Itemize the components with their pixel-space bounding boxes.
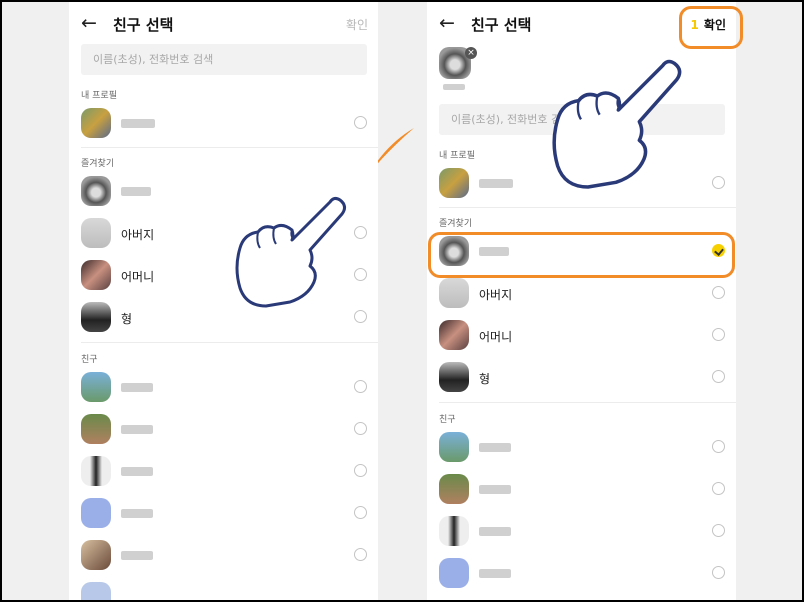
blurred-name: [121, 383, 153, 392]
selected-row-highlight: [428, 232, 735, 278]
select-radio[interactable]: [354, 226, 367, 239]
select-radio[interactable]: [712, 566, 725, 579]
search-input[interactable]: 이름(초성), 전화번호 검색: [81, 44, 367, 75]
select-radio[interactable]: [354, 116, 367, 129]
header: ← 친구 선택 확인: [69, 2, 378, 46]
avatar: [439, 320, 469, 350]
friend-name: 어머니: [121, 270, 155, 284]
friend-name: 형: [479, 372, 491, 386]
select-radio[interactable]: [354, 380, 367, 393]
blurred-name: [479, 179, 513, 188]
avatar: [81, 176, 111, 206]
avatar: [81, 540, 111, 570]
section-my-profile: 내 프로필: [439, 151, 475, 161]
list-item[interactable]: [69, 536, 378, 576]
avatar: [81, 260, 111, 290]
blurred-name: [121, 509, 153, 518]
select-radio[interactable]: [712, 482, 725, 495]
select-radio[interactable]: [712, 176, 725, 189]
avatar: [439, 474, 469, 504]
select-radio[interactable]: [712, 328, 725, 341]
blurred-name: [121, 187, 151, 196]
friend-name: 아버지: [121, 228, 155, 242]
blurred-name: [121, 119, 155, 128]
avatar: [81, 498, 111, 528]
select-radio[interactable]: [712, 370, 725, 383]
back-arrow-icon[interactable]: ←: [439, 13, 455, 33]
list-item[interactable]: 형: [427, 358, 736, 398]
select-radio[interactable]: [712, 440, 725, 453]
list-item[interactable]: [69, 578, 378, 600]
list-item[interactable]: 아버지: [427, 274, 736, 314]
blurred-name: [479, 569, 511, 578]
blurred-name: [121, 425, 153, 434]
remove-selection-icon[interactable]: ×: [465, 47, 477, 59]
divider: [439, 207, 736, 208]
divider: [81, 147, 378, 148]
select-radio[interactable]: [354, 268, 367, 281]
avatar: [439, 558, 469, 588]
blurred-name: [443, 84, 465, 90]
list-item[interactable]: [69, 452, 378, 492]
section-friends: 친구: [439, 415, 456, 425]
avatar: [439, 432, 469, 462]
section-favorites: 즐겨찾기: [439, 219, 473, 229]
section-favorites: 즐겨찾기: [81, 159, 115, 169]
friend-name: 아버지: [479, 288, 513, 302]
avatar: [81, 302, 111, 332]
list-item[interactable]: [427, 428, 736, 468]
select-radio[interactable]: [354, 464, 367, 477]
divider: [439, 402, 736, 403]
list-item[interactable]: [427, 512, 736, 552]
list-item[interactable]: [69, 494, 378, 534]
back-arrow-icon[interactable]: ←: [81, 13, 97, 33]
blurred-name: [121, 551, 153, 560]
pointing-hand-icon: [552, 59, 682, 189]
page-title: 친구 선택: [113, 16, 174, 34]
avatar: [81, 414, 111, 444]
list-item[interactable]: [427, 554, 736, 594]
blurred-name: [121, 467, 153, 476]
section-friends: 친구: [81, 355, 98, 365]
select-radio[interactable]: [354, 310, 367, 323]
avatar: [439, 278, 469, 308]
select-radio[interactable]: [354, 422, 367, 435]
list-item[interactable]: [69, 410, 378, 450]
avatar: [81, 218, 111, 248]
confirm-button[interactable]: 확인: [346, 16, 368, 33]
avatar: [81, 582, 111, 600]
avatar: [439, 362, 469, 392]
select-radio[interactable]: [354, 506, 367, 519]
select-radio[interactable]: [712, 286, 725, 299]
list-item[interactable]: [69, 368, 378, 408]
friend-name: 어머니: [479, 330, 513, 344]
divider: [81, 342, 378, 343]
list-item[interactable]: [69, 104, 378, 144]
section-my-profile: 내 프로필: [81, 91, 117, 101]
blurred-name: [479, 527, 511, 536]
avatar: [81, 372, 111, 402]
avatar: [439, 168, 469, 198]
avatar: [81, 108, 111, 138]
page-title: 친구 선택: [471, 16, 532, 34]
avatar: [439, 516, 469, 546]
friend-name: 형: [121, 312, 133, 326]
select-radio[interactable]: [354, 548, 367, 561]
list-item[interactable]: [427, 470, 736, 510]
avatar: [81, 456, 111, 486]
tutorial-canvas: ← 친구 선택 확인 이름(초성), 전화번호 검색 내 프로필 즐겨찾기 아버…: [2, 2, 802, 600]
confirm-highlight: [679, 6, 743, 49]
list-item[interactable]: 어머니: [427, 316, 736, 356]
blurred-name: [479, 485, 511, 494]
select-radio[interactable]: [712, 524, 725, 537]
blurred-name: [479, 443, 511, 452]
pointing-hand-icon: [235, 196, 347, 308]
